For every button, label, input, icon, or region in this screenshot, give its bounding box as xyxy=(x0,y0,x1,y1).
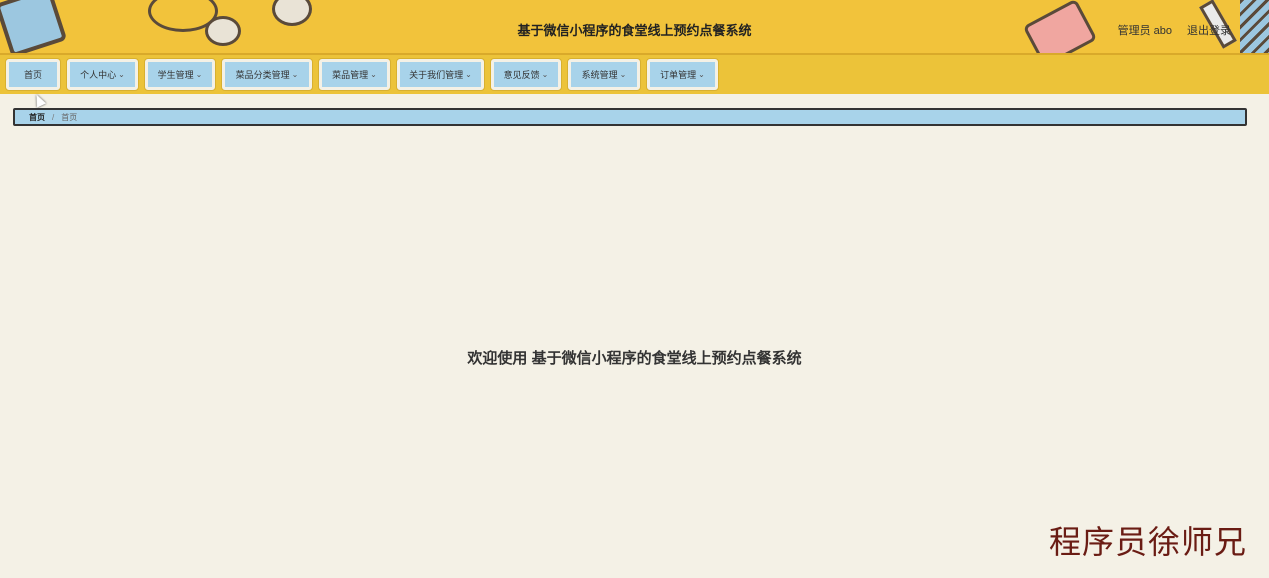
breadcrumb-separator: / xyxy=(52,112,55,122)
chevron-down-icon: ⌄ xyxy=(118,70,125,79)
main-navbar: 首页 个人中心 ⌄ 学生管理 ⌄ 菜品分类管理 ⌄ 菜品管理 ⌄ 关于我们管理 … xyxy=(0,55,1269,94)
nav-item-label: 菜品分类管理 xyxy=(235,70,290,80)
welcome-message: 欢迎使用 基于微信小程序的食堂线上预约点餐系统 xyxy=(467,350,802,367)
nav-item-dish-category-management[interactable]: 菜品分类管理 ⌄ xyxy=(222,59,312,90)
chevron-down-icon: ⌄ xyxy=(541,70,549,79)
breadcrumb-home-link[interactable]: 首页 xyxy=(29,112,45,123)
nav-item-label: 关于我们管理 xyxy=(409,70,464,80)
chevron-down-icon: ⌄ xyxy=(291,70,299,79)
page-title: 基于微信小程序的食堂线上预约点餐系统 xyxy=(517,23,752,38)
nav-item-student-management[interactable]: 学生管理 ⌄ xyxy=(145,59,215,90)
nav-item-about-us-management[interactable]: 关于我们管理 ⌄ xyxy=(397,59,484,90)
logout-link[interactable]: 退出登录 xyxy=(1187,22,1231,38)
breadcrumb-current: 首页 xyxy=(61,112,78,122)
nav-item-feedback[interactable]: 意见反馈 ⌄ xyxy=(491,59,561,90)
header-banner: 基于微信小程序的食堂线上预约点餐系统 管理员 abo 退出登录 xyxy=(0,0,1269,55)
nav-item-label: 意见反馈 xyxy=(503,70,540,80)
chevron-down-icon: ⌄ xyxy=(370,70,377,79)
nav-item-dish-management[interactable]: 菜品管理 ⌄ xyxy=(319,59,390,90)
watermark-text: 程序员徐师兄 xyxy=(1048,523,1247,561)
nav-item-personal-center[interactable]: 个人中心 ⌄ xyxy=(67,59,138,90)
nav-menu: 首页 个人中心 ⌄ 学生管理 ⌄ 菜品分类管理 ⌄ 菜品管理 ⌄ 关于我们管理 … xyxy=(0,55,1269,90)
chevron-down-icon: ⌄ xyxy=(619,70,627,79)
nav-item-system-management[interactable]: 系统管理 ⌄ xyxy=(568,59,640,90)
breadcrumb: 首页 / 首页 xyxy=(13,108,1247,126)
chevron-down-icon: ⌄ xyxy=(465,70,472,79)
nav-item-home[interactable]: 首页 xyxy=(6,59,60,90)
current-user-label: 管理员 abo xyxy=(1117,25,1172,37)
nav-item-label: 系统管理 xyxy=(581,70,618,80)
nav-item-label: 个人中心 xyxy=(80,70,117,80)
chevron-down-icon: ⌄ xyxy=(698,70,705,79)
nav-item-order-management[interactable]: 订单管理 ⌄ xyxy=(647,59,718,90)
nav-item-label: 首页 xyxy=(23,70,42,80)
chevron-down-icon: ⌄ xyxy=(195,70,203,79)
nav-item-label: 订单管理 xyxy=(660,70,697,80)
nav-item-label: 学生管理 xyxy=(157,70,194,80)
mouse-cursor-icon xyxy=(31,92,47,108)
nav-item-label: 菜品管理 xyxy=(332,70,369,80)
